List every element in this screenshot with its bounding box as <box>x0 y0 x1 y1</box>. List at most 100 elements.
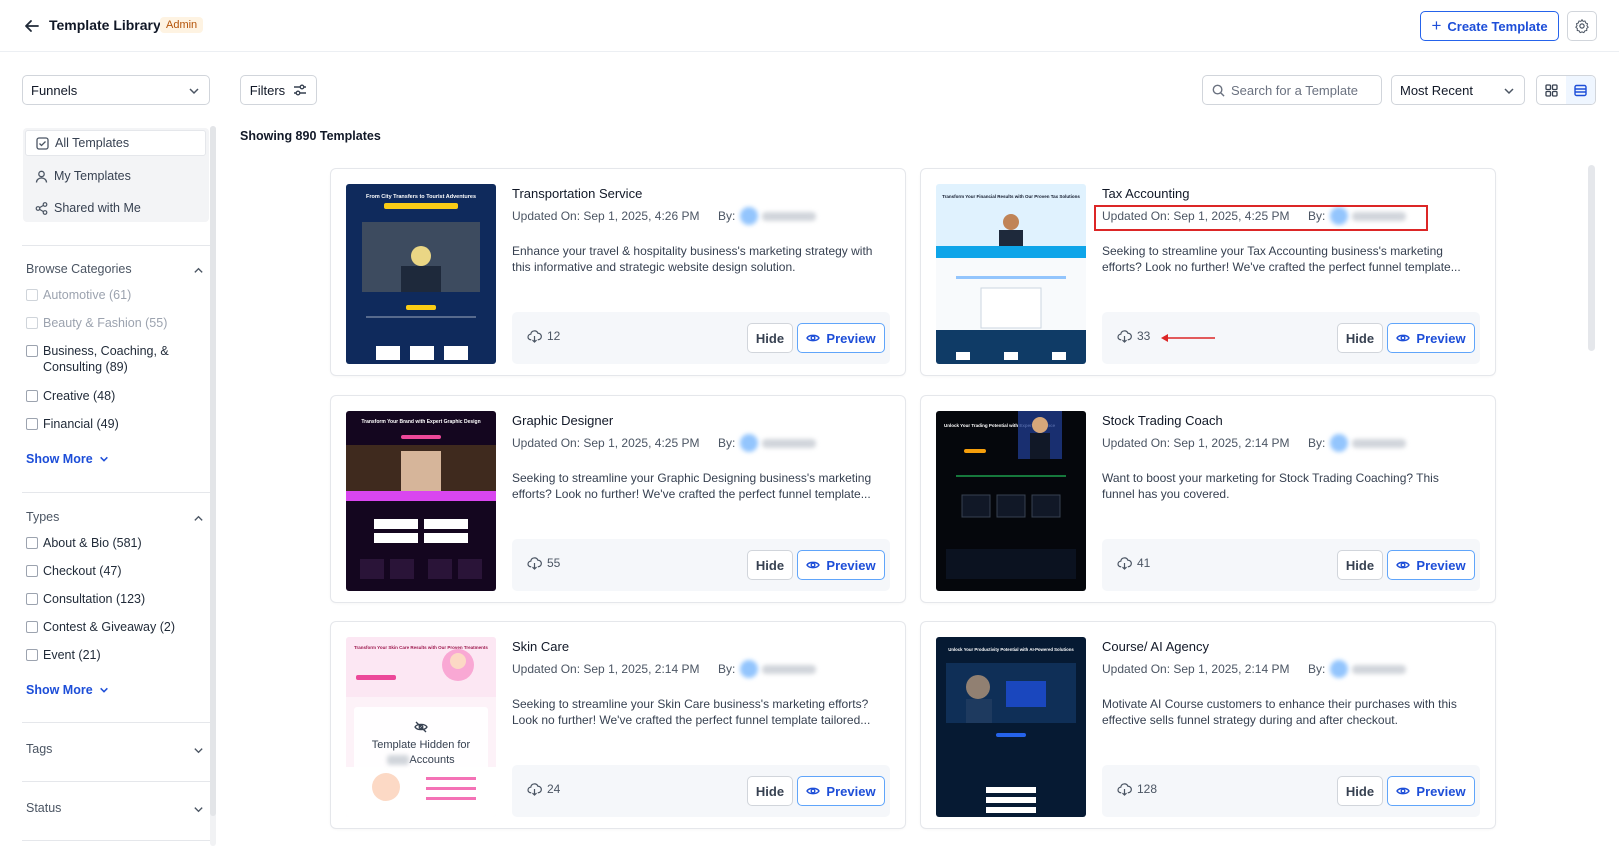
checkbox[interactable] <box>26 565 38 577</box>
checkbox-label: Beauty & Fashion (55) <box>43 316 168 330</box>
card-footer: 24 Hide Preview <box>512 765 890 817</box>
cloud-download-icon <box>527 782 542 796</box>
preview-button[interactable]: Preview <box>797 776 885 806</box>
type-checkbox[interactable]: Event (21) <box>26 647 206 663</box>
download-count: 33 <box>1117 329 1150 343</box>
categories-section-toggle[interactable]: Browse Categories <box>26 262 206 280</box>
preview-button[interactable]: Preview <box>1387 550 1475 580</box>
settings-button[interactable] <box>1567 11 1597 41</box>
checkbox[interactable] <box>26 345 38 357</box>
template-title: Course/ AI Agency <box>1102 639 1209 654</box>
types-section-toggle[interactable]: Types <box>26 510 206 528</box>
hide-button[interactable]: Hide <box>747 776 793 806</box>
checkbox[interactable] <box>26 593 38 605</box>
download-count: 55 <box>527 556 560 570</box>
download-count: 128 <box>1117 782 1157 796</box>
nav-shared-with-me[interactable]: Shared with Me <box>25 195 206 221</box>
category-checkbox[interactable]: Business, Coaching, & Consulting (89) <box>26 343 206 375</box>
divider <box>22 781 210 782</box>
hide-button[interactable]: Hide <box>747 323 793 353</box>
annotation-highlight-box <box>1094 205 1428 231</box>
download-count: 12 <box>527 329 560 343</box>
checkbox-label: Contest & Giveaway (2) <box>43 620 175 634</box>
hidden-note-accounts-label: Accounts <box>409 754 455 766</box>
template-thumbnail[interactable]: Transform Your Financial Results with Ou… <box>936 184 1086 364</box>
checkbox[interactable] <box>26 390 38 402</box>
cloud-download-icon <box>1117 782 1132 796</box>
checkbox[interactable] <box>26 289 38 301</box>
eye-icon <box>806 561 821 569</box>
template-title: Transportation Service <box>512 186 643 201</box>
checkbox[interactable] <box>26 418 38 430</box>
template-thumbnail[interactable]: Transform Your Skin Care Results with Ou… <box>346 637 496 817</box>
template-card[interactable]: Unlock Your Trading Potential with Exper… <box>920 395 1496 603</box>
back-arrow-icon[interactable] <box>22 16 42 36</box>
main-scrollbar[interactable] <box>1588 165 1595 351</box>
chevron-down-icon <box>1504 88 1514 95</box>
search-input[interactable] <box>1231 77 1376 103</box>
type-checkbox[interactable]: About & Bio (581) <box>26 535 206 551</box>
sidebar-scrollbar[interactable] <box>210 126 216 846</box>
card-footer: 41 Hide Preview <box>1102 539 1480 591</box>
type-checkbox[interactable]: Consultation (123) <box>26 591 206 607</box>
category-checkbox[interactable]: Automotive (61) <box>26 287 206 303</box>
grid-view-button[interactable] <box>1537 76 1566 104</box>
tags-section-toggle[interactable]: Tags <box>26 742 206 760</box>
nav-all-templates[interactable]: All Templates <box>25 130 206 156</box>
download-count-value: 24 <box>547 782 561 796</box>
filters-button[interactable]: Filters <box>240 75 317 105</box>
view-toggle <box>1536 75 1596 105</box>
author-avatar <box>740 207 816 225</box>
template-thumbnail[interactable]: Transform Your Brand with Expert Graphic… <box>346 411 496 591</box>
search-box[interactable] <box>1202 75 1382 105</box>
grid-icon <box>1545 83 1558 97</box>
template-description: Want to boost your marketing for Stock T… <box>1102 471 1439 501</box>
nav-label: My Templates <box>54 169 131 183</box>
download-count: 24 <box>527 782 560 796</box>
category-checkbox[interactable]: Beauty & Fashion (55) <box>26 315 206 331</box>
template-meta: Updated On: Sep 1, 2025, 2:14 PM By: <box>512 660 816 678</box>
nav-my-templates[interactable]: My Templates <box>25 163 206 189</box>
template-thumbnail[interactable]: Unlock Your Productivity Potential with … <box>936 637 1086 817</box>
hide-button[interactable]: Hide <box>1337 550 1383 580</box>
template-card[interactable]: Transform Your Skin Care Results with Ou… <box>330 621 906 829</box>
checkbox[interactable] <box>26 317 38 329</box>
preview-button[interactable]: Preview <box>1387 323 1475 353</box>
checkbox[interactable] <box>26 649 38 661</box>
template-card[interactable]: From City Transfers to Tourist Adventure… <box>330 168 906 376</box>
hidden-note: Template Hidden for <box>371 739 471 751</box>
hide-button[interactable]: Hide <box>1337 776 1383 806</box>
category-select[interactable]: Funnels <box>22 75 210 105</box>
template-card[interactable]: Transform Your Brand with Expert Graphic… <box>330 395 906 603</box>
preview-button[interactable]: Preview <box>1387 776 1475 806</box>
category-checkbox[interactable]: Creative (48) <box>26 388 206 404</box>
checkbox[interactable] <box>26 537 38 549</box>
list-icon <box>1574 84 1587 96</box>
category-checkbox[interactable]: Financial (49) <box>26 416 206 432</box>
sort-select[interactable]: Most Recent <box>1391 75 1525 105</box>
template-card[interactable]: Unlock Your Productivity Potential with … <box>920 621 1496 829</box>
download-count-value: 55 <box>547 556 561 570</box>
types-show-more[interactable]: Show More <box>26 683 109 697</box>
type-checkbox[interactable]: Checkout (47) <box>26 563 206 579</box>
download-count: 41 <box>1117 556 1150 570</box>
author-avatar <box>1330 434 1406 452</box>
checkbox[interactable] <box>26 621 38 633</box>
preview-label: Preview <box>1416 557 1466 573</box>
preview-button[interactable]: Preview <box>797 550 885 580</box>
chevron-down-icon <box>194 748 203 754</box>
status-section-toggle[interactable]: Status <box>26 801 206 819</box>
template-thumbnail[interactable]: Unlock Your Trading Potential with Exper… <box>936 411 1086 591</box>
thumbnail-heading: Transform Your Skin Care Results with Ou… <box>354 645 488 650</box>
hide-button[interactable]: Hide <box>1337 323 1383 353</box>
checkbox-label: Automotive (61) <box>43 288 132 302</box>
template-thumbnail[interactable]: From City Transfers to Tourist Adventure… <box>346 184 496 364</box>
create-template-button[interactable]: + Create Template <box>1420 11 1559 41</box>
type-checkbox[interactable]: Contest & Giveaway (2) <box>26 619 206 635</box>
preview-button[interactable]: Preview <box>797 323 885 353</box>
list-view-button[interactable] <box>1566 76 1595 104</box>
hide-button[interactable]: Hide <box>747 550 793 580</box>
categories-show-more[interactable]: Show More <box>26 452 109 466</box>
plus-icon: + <box>1431 16 1442 35</box>
template-card[interactable]: Transform Your Financial Results with Ou… <box>920 168 1496 376</box>
